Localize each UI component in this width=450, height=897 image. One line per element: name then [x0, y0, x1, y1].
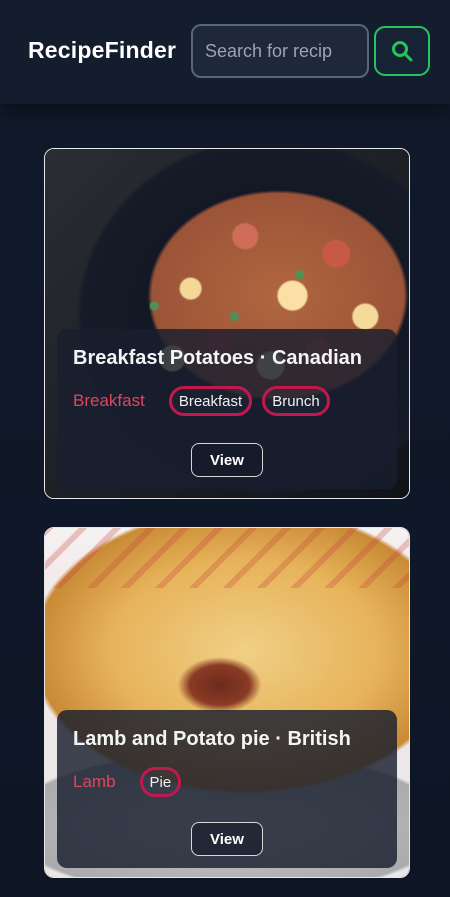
recipe-card: Lamb and Potato pie · British Lamb Pie V…: [44, 527, 410, 878]
search-button[interactable]: [374, 26, 430, 76]
view-recipe-button[interactable]: View: [191, 443, 263, 477]
recipe-tag: Breakfast: [168, 386, 253, 416]
recipe-card-overlay: Breakfast Potatoes · Canadian Breakfast …: [57, 329, 397, 489]
search-input[interactable]: [191, 24, 369, 78]
tablecloth-pattern: [45, 528, 409, 588]
recipe-card-overlay: Lamb and Potato pie · British Lamb Pie V…: [57, 710, 397, 868]
recipe-meta: Lamb Pie: [73, 765, 381, 799]
view-recipe-button[interactable]: View: [191, 822, 263, 856]
recipe-card: Breakfast Potatoes · Canadian Breakfast …: [44, 148, 410, 499]
top-bar: RecipeFinder: [0, 0, 450, 104]
recipe-title: Lamb and Potato pie · British: [73, 728, 351, 750]
recipe-category: Lamb: [73, 772, 116, 791]
app: RecipeFinder Breakfast Potatoes · Canadi…: [0, 0, 450, 897]
search-icon: [392, 41, 413, 62]
recipe-tag: Brunch: [262, 386, 330, 416]
app-title: RecipeFinder: [28, 37, 177, 63]
recipe-meta: Breakfast Breakfast Brunch: [73, 384, 381, 418]
recipe-tag: Pie: [139, 767, 182, 797]
recipe-category: Breakfast: [73, 391, 145, 410]
recipe-title: Breakfast Potatoes · Canadian: [73, 347, 362, 369]
